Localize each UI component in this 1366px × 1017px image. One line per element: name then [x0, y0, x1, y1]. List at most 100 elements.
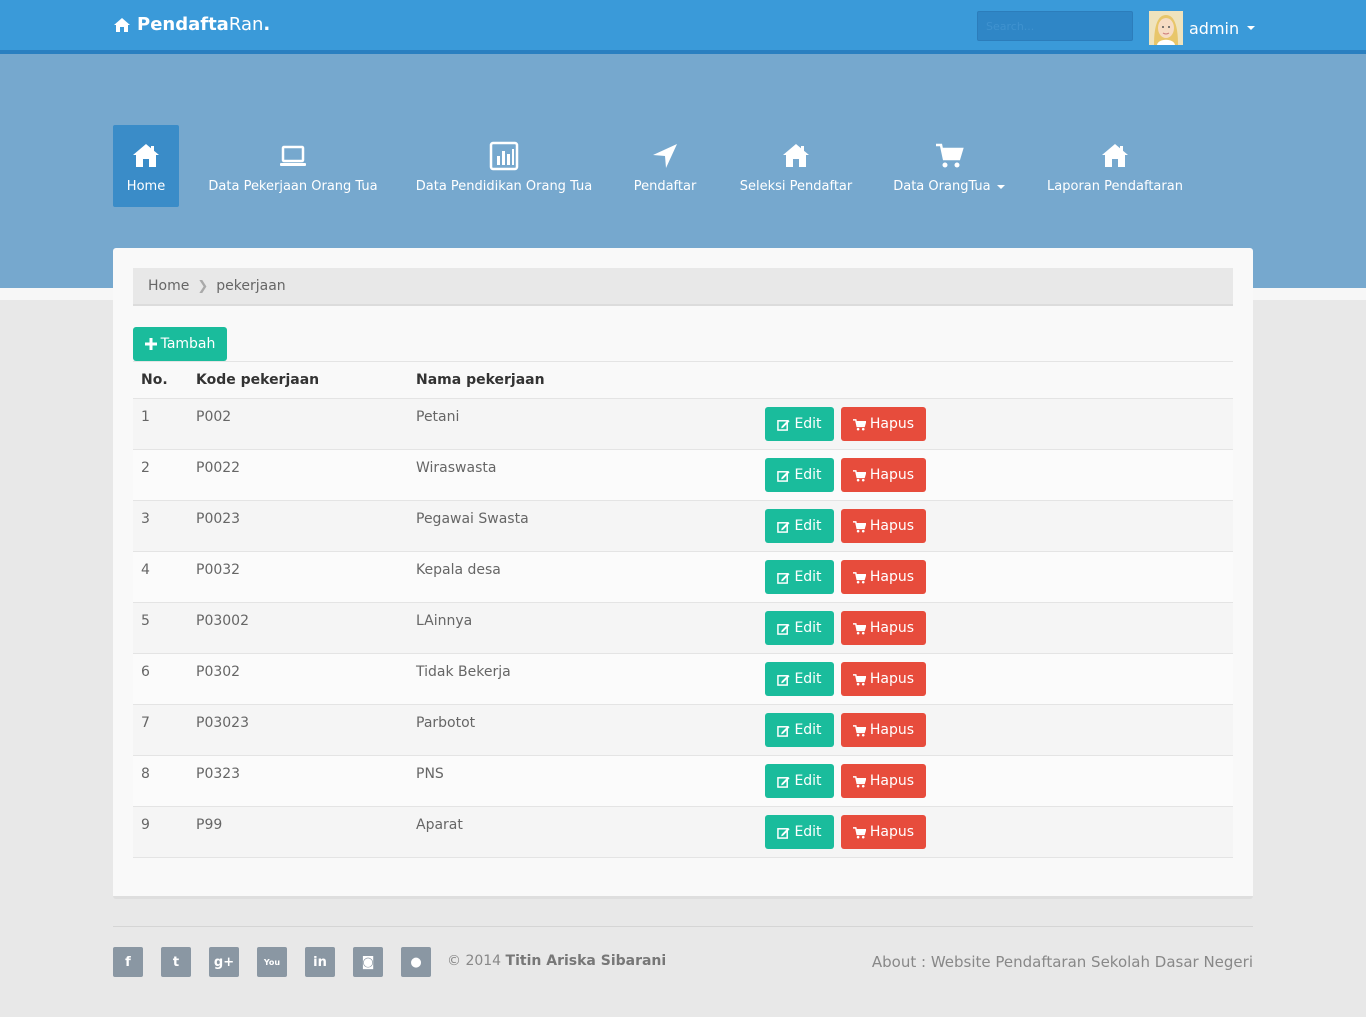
edit-button-label: Edit: [794, 467, 822, 483]
cell-actions: Edit Hapus: [765, 756, 1233, 807]
edit-icon: [777, 572, 790, 584]
edit-button-label: Edit: [794, 824, 822, 840]
cell-kode: P0022: [196, 460, 241, 476]
chevron-right-icon: ❯: [197, 278, 209, 294]
cell-nama: Petani: [416, 409, 460, 425]
cell-no: 9: [141, 817, 150, 833]
edit-icon: [777, 521, 790, 533]
delete-button-label: Hapus: [869, 824, 915, 840]
delete-button[interactable]: Hapus: [841, 458, 926, 492]
edit-icon: [777, 776, 790, 788]
youtube-icon[interactable]: You: [257, 947, 287, 977]
nav-label: Data Pekerjaan Orang Tua: [208, 179, 378, 194]
delete-button[interactable]: Hapus: [841, 509, 926, 543]
nav-item-data-orangtua[interactable]: Data OrangTua: [863, 125, 1035, 207]
cart-icon: [852, 418, 866, 430]
about-text: About : Website Pendaftaran Sekolah Dasa…: [871, 953, 1253, 971]
edit-button[interactable]: Edit: [765, 611, 834, 645]
delete-button[interactable]: Hapus: [841, 713, 926, 747]
delete-button[interactable]: Hapus: [841, 764, 926, 798]
delete-button[interactable]: Hapus: [841, 815, 926, 849]
edit-button[interactable]: Edit: [765, 764, 834, 798]
twitter-icon[interactable]: t: [161, 947, 191, 977]
edit-button[interactable]: Edit: [765, 407, 834, 441]
table-row: 3 P0023 Pegawai Swasta Edit Hapus: [133, 500, 1233, 552]
nav-label: Data Pendidikan Orang Tua: [415, 179, 593, 194]
table-row: 9 P99 Aparat Edit Hapus: [133, 806, 1233, 858]
brand-name-bold: Pendafta: [137, 14, 229, 35]
nav-item-pendaftar[interactable]: Pendaftar: [601, 125, 729, 207]
cell-kode: P002: [196, 409, 232, 425]
table-row: 4 P0032 Kepala desa Edit Hapus: [133, 551, 1233, 603]
cell-actions: Edit Hapus: [765, 399, 1233, 450]
bar-chart-icon: [489, 141, 519, 171]
nav-label: Seleksi Pendaftar: [739, 179, 853, 194]
nav-item-home[interactable]: Home: [113, 125, 179, 207]
edit-icon: [777, 470, 790, 482]
edit-button[interactable]: Edit: [765, 560, 834, 594]
edit-button[interactable]: Edit: [765, 662, 834, 696]
linkedin-icon[interactable]: in: [305, 947, 335, 977]
edit-button-label: Edit: [794, 620, 822, 636]
copyright-prefix: © 2014: [447, 953, 502, 969]
cart-icon: [852, 622, 866, 634]
breadcrumb-home-link[interactable]: Home: [148, 278, 189, 294]
delete-button[interactable]: Hapus: [841, 560, 926, 594]
brand-dot: .: [263, 14, 271, 35]
cell-nama: Tidak Bekerja: [416, 664, 511, 680]
cell-kode: P03023: [196, 715, 249, 731]
edit-button[interactable]: Edit: [765, 713, 834, 747]
edit-button[interactable]: Edit: [765, 509, 834, 543]
cell-nama: Parbotot: [416, 715, 476, 731]
cell-kode: P0032: [196, 562, 241, 578]
nav-item-laporan-pendaftaran[interactable]: Laporan Pendaftaran: [1035, 125, 1195, 207]
cell-actions: Edit Hapus: [765, 603, 1233, 654]
nav-item-seleksi-pendaftar[interactable]: Seleksi Pendaftar: [729, 125, 863, 207]
edit-button[interactable]: Edit: [765, 815, 834, 849]
instagram-icon[interactable]: ◙: [353, 947, 383, 977]
cell-no: 5: [141, 613, 150, 629]
cart-icon: [852, 673, 866, 685]
cell-actions: Edit Hapus: [765, 654, 1233, 705]
brand-name-light: Ran: [228, 14, 264, 35]
edit-button-label: Edit: [794, 518, 822, 534]
main-nav: Home Data Pekerjaan Orang Tua Data Pendi…: [113, 125, 1195, 207]
delete-button-label: Hapus: [869, 722, 915, 738]
github-icon[interactable]: ●: [401, 947, 431, 977]
nav-item-data-pekerjaan[interactable]: Data Pekerjaan Orang Tua: [179, 125, 407, 207]
content-card: Home ❯ pekerjaan Tambah No. Kode pekerja…: [113, 248, 1253, 899]
delete-button-label: Hapus: [869, 518, 915, 534]
delete-button-label: Hapus: [869, 773, 915, 789]
google-plus-icon[interactable]: g+: [209, 947, 239, 977]
footer-divider: [113, 926, 1253, 927]
cart-icon: [852, 571, 866, 583]
nav-item-data-pendidikan[interactable]: Data Pendidikan Orang Tua: [407, 125, 601, 207]
pekerjaan-table: No. Kode pekerjaan Nama pekerjaan 1 P002 P…: [133, 361, 1233, 858]
cell-kode: P99: [196, 817, 223, 833]
brand-logo[interactable]: PendaftaRan.: [113, 14, 270, 35]
user-menu[interactable]: admin: [1149, 11, 1256, 45]
edit-button[interactable]: Edit: [765, 458, 834, 492]
cart-icon: [852, 469, 866, 481]
add-button[interactable]: Tambah: [133, 327, 227, 361]
chevron-down-icon: [1247, 26, 1256, 30]
location-arrow-icon: [653, 144, 677, 168]
cell-actions: Edit Hapus: [765, 552, 1233, 603]
cart-icon: [936, 143, 964, 168]
delete-button-label: Hapus: [869, 569, 915, 585]
social-links: f t g+ You in ◙ ●: [113, 947, 431, 977]
delete-button[interactable]: Hapus: [841, 662, 926, 696]
cell-nama: Kepala desa: [416, 562, 501, 578]
column-header-no: No.: [141, 372, 168, 388]
delete-button[interactable]: Hapus: [841, 611, 926, 645]
table-row: 1 P002 Petani Edit Hapus: [133, 398, 1233, 450]
copyright-name: Titin Ariska Sibarani: [505, 953, 667, 969]
edit-button-label: Edit: [794, 671, 822, 687]
cart-icon: [852, 520, 866, 532]
delete-button-label: Hapus: [869, 620, 915, 636]
facebook-icon[interactable]: f: [113, 947, 143, 977]
edit-button-label: Edit: [794, 773, 822, 789]
search-input[interactable]: [977, 11, 1133, 41]
edit-icon: [777, 419, 790, 431]
delete-button[interactable]: Hapus: [841, 407, 926, 441]
